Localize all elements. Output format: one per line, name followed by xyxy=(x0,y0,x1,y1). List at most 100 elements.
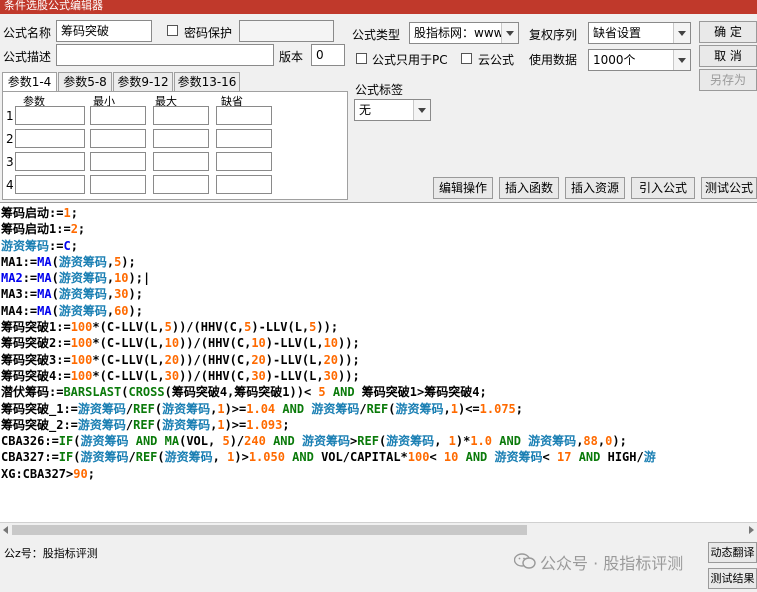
param-max-input[interactable] xyxy=(153,175,209,194)
code-token: )-LLV(L, xyxy=(251,320,310,335)
code-token: )* xyxy=(455,434,471,449)
code-token: )> xyxy=(234,450,249,465)
code-token: AND xyxy=(135,434,158,449)
code-token: := xyxy=(22,271,38,286)
tab-params-9-12[interactable]: 参数9-12 xyxy=(113,72,173,92)
code-token: 10 xyxy=(443,450,459,465)
code-token: 10 xyxy=(323,336,339,351)
param-name-input[interactable] xyxy=(15,175,85,194)
tab-params-5-8[interactable]: 参数5-8 xyxy=(58,72,112,92)
code-token: BARSLAST xyxy=(63,385,122,400)
formula-type-select[interactable]: 股指标网：www xyxy=(409,22,519,44)
param-default-input[interactable] xyxy=(216,106,272,125)
code-token: 游资筹码 xyxy=(494,450,543,465)
code-line: 筹码突破1:=100*(C-LLV(L,5))/(HHV(C,5)-LLV(L,… xyxy=(1,319,656,335)
code-token: )); xyxy=(338,336,360,351)
code-token: 1 xyxy=(217,417,225,432)
scroll-left-icon[interactable] xyxy=(3,526,8,534)
dynamic-translate-button[interactable]: 动态翻译 xyxy=(708,542,757,563)
code-token: 筹码启动:= xyxy=(1,206,64,220)
version-label: 版本 xyxy=(279,50,304,64)
code-token: 游资筹码 xyxy=(528,434,577,449)
formula-tag-label: 公式标签 xyxy=(355,83,404,97)
code-token: CBA327:= xyxy=(1,450,59,465)
chevron-down-icon xyxy=(501,23,518,43)
scrollbar-thumb[interactable] xyxy=(12,525,527,535)
code-token: MA xyxy=(37,303,52,318)
code-editor[interactable]: 筹码启动:=1; 筹码启动1:=2; 游资筹码:=C; MA1:=MA(游资筹码,5)… xyxy=(0,202,757,522)
scroll-right-icon[interactable] xyxy=(749,526,754,534)
formula-desc-input[interactable] xyxy=(56,44,274,66)
param-max-input[interactable] xyxy=(153,152,209,171)
param-name-input[interactable] xyxy=(15,106,85,125)
insert-function-button[interactable]: 插入函数 xyxy=(499,177,559,199)
data-used-select[interactable]: 1000个 xyxy=(588,49,691,71)
param-default-input[interactable] xyxy=(216,152,272,171)
code-token: 100 xyxy=(70,352,93,367)
tab-params-13-16[interactable]: 参数13-16 xyxy=(174,72,240,92)
param-max-input[interactable] xyxy=(153,129,209,148)
code-token: 1 xyxy=(217,401,225,416)
code-token: REF xyxy=(133,417,155,432)
horizontal-scrollbar[interactable] xyxy=(0,522,757,536)
code-token: C xyxy=(63,238,71,253)
code-token: 10 xyxy=(164,336,180,351)
code-token: REF xyxy=(135,450,158,465)
password-input[interactable] xyxy=(239,20,334,42)
code-token: ( xyxy=(51,271,59,286)
code-token: ))/(HHV(C, xyxy=(179,368,252,383)
version-input[interactable]: 0 xyxy=(311,44,345,66)
code-token: , xyxy=(106,254,115,269)
code-token: 1.075 xyxy=(479,401,516,416)
import-formula-button[interactable]: 引入公式 xyxy=(631,177,695,199)
code-token: ( xyxy=(51,303,59,318)
code-token: MA2 xyxy=(1,271,23,286)
code-token: 30 xyxy=(251,368,266,383)
pc-only-checkbox[interactable] xyxy=(356,53,367,64)
rights-select[interactable]: 缺省设置 xyxy=(588,22,691,44)
cancel-button[interactable]: 取 消 xyxy=(699,45,757,67)
code-token: 30 xyxy=(323,368,339,383)
code-token: ( xyxy=(154,401,163,416)
formula-tag-select[interactable]: 无 xyxy=(354,99,431,121)
code-token: AND xyxy=(273,434,295,449)
param-min-input[interactable] xyxy=(90,175,146,194)
code-token: )>= xyxy=(224,417,247,432)
edit-ops-button[interactable]: 编辑操作 xyxy=(433,177,493,199)
code-token: ( xyxy=(51,254,59,269)
code-token: 5 xyxy=(222,434,230,449)
code-token: 5 xyxy=(318,385,326,400)
param-name-input[interactable] xyxy=(15,152,85,171)
code-token: / xyxy=(359,401,367,416)
param-row-number: 3 xyxy=(6,155,14,169)
insert-resource-button[interactable]: 插入资源 xyxy=(565,177,625,199)
code-token: , xyxy=(212,450,228,465)
code-token: )); xyxy=(316,320,339,335)
code-token: 游资筹码 xyxy=(58,303,107,318)
param-min-input[interactable] xyxy=(90,106,146,125)
window-title: 条件选股公式编辑器 xyxy=(0,0,757,14)
code-token: 1.093 xyxy=(246,417,283,432)
chevron-down-icon xyxy=(673,23,690,43)
formula-name-input[interactable]: 筹码突破 xyxy=(56,20,152,42)
save-as-button[interactable]: 另存为 xyxy=(699,69,757,91)
param-default-input[interactable] xyxy=(216,175,272,194)
test-result-button[interactable]: 测试结果 xyxy=(708,568,757,589)
wechat-icon xyxy=(514,553,536,569)
code-token: MA3:= xyxy=(1,287,38,302)
test-formula-button[interactable]: 测试公式 xyxy=(701,177,757,199)
param-default-input[interactable] xyxy=(216,129,272,148)
param-max-input[interactable] xyxy=(153,106,209,125)
ok-button[interactable]: 确 定 xyxy=(699,21,757,43)
status-text: 公z号：股指标评测 xyxy=(4,547,98,560)
param-min-input[interactable] xyxy=(90,129,146,148)
code-line: 潜伏筹码:=BARSLAST(CROSS(筹码突破4,筹码突破1))< 5 AN… xyxy=(1,384,656,400)
param-name-input[interactable] xyxy=(15,129,85,148)
code-token: 筹码突破_1:= xyxy=(1,401,78,416)
code-token: 筹码启动1:= xyxy=(1,222,71,237)
cloud-checkbox[interactable] xyxy=(461,53,472,64)
password-checkbox[interactable] xyxy=(167,25,178,36)
param-min-input[interactable] xyxy=(90,152,146,171)
